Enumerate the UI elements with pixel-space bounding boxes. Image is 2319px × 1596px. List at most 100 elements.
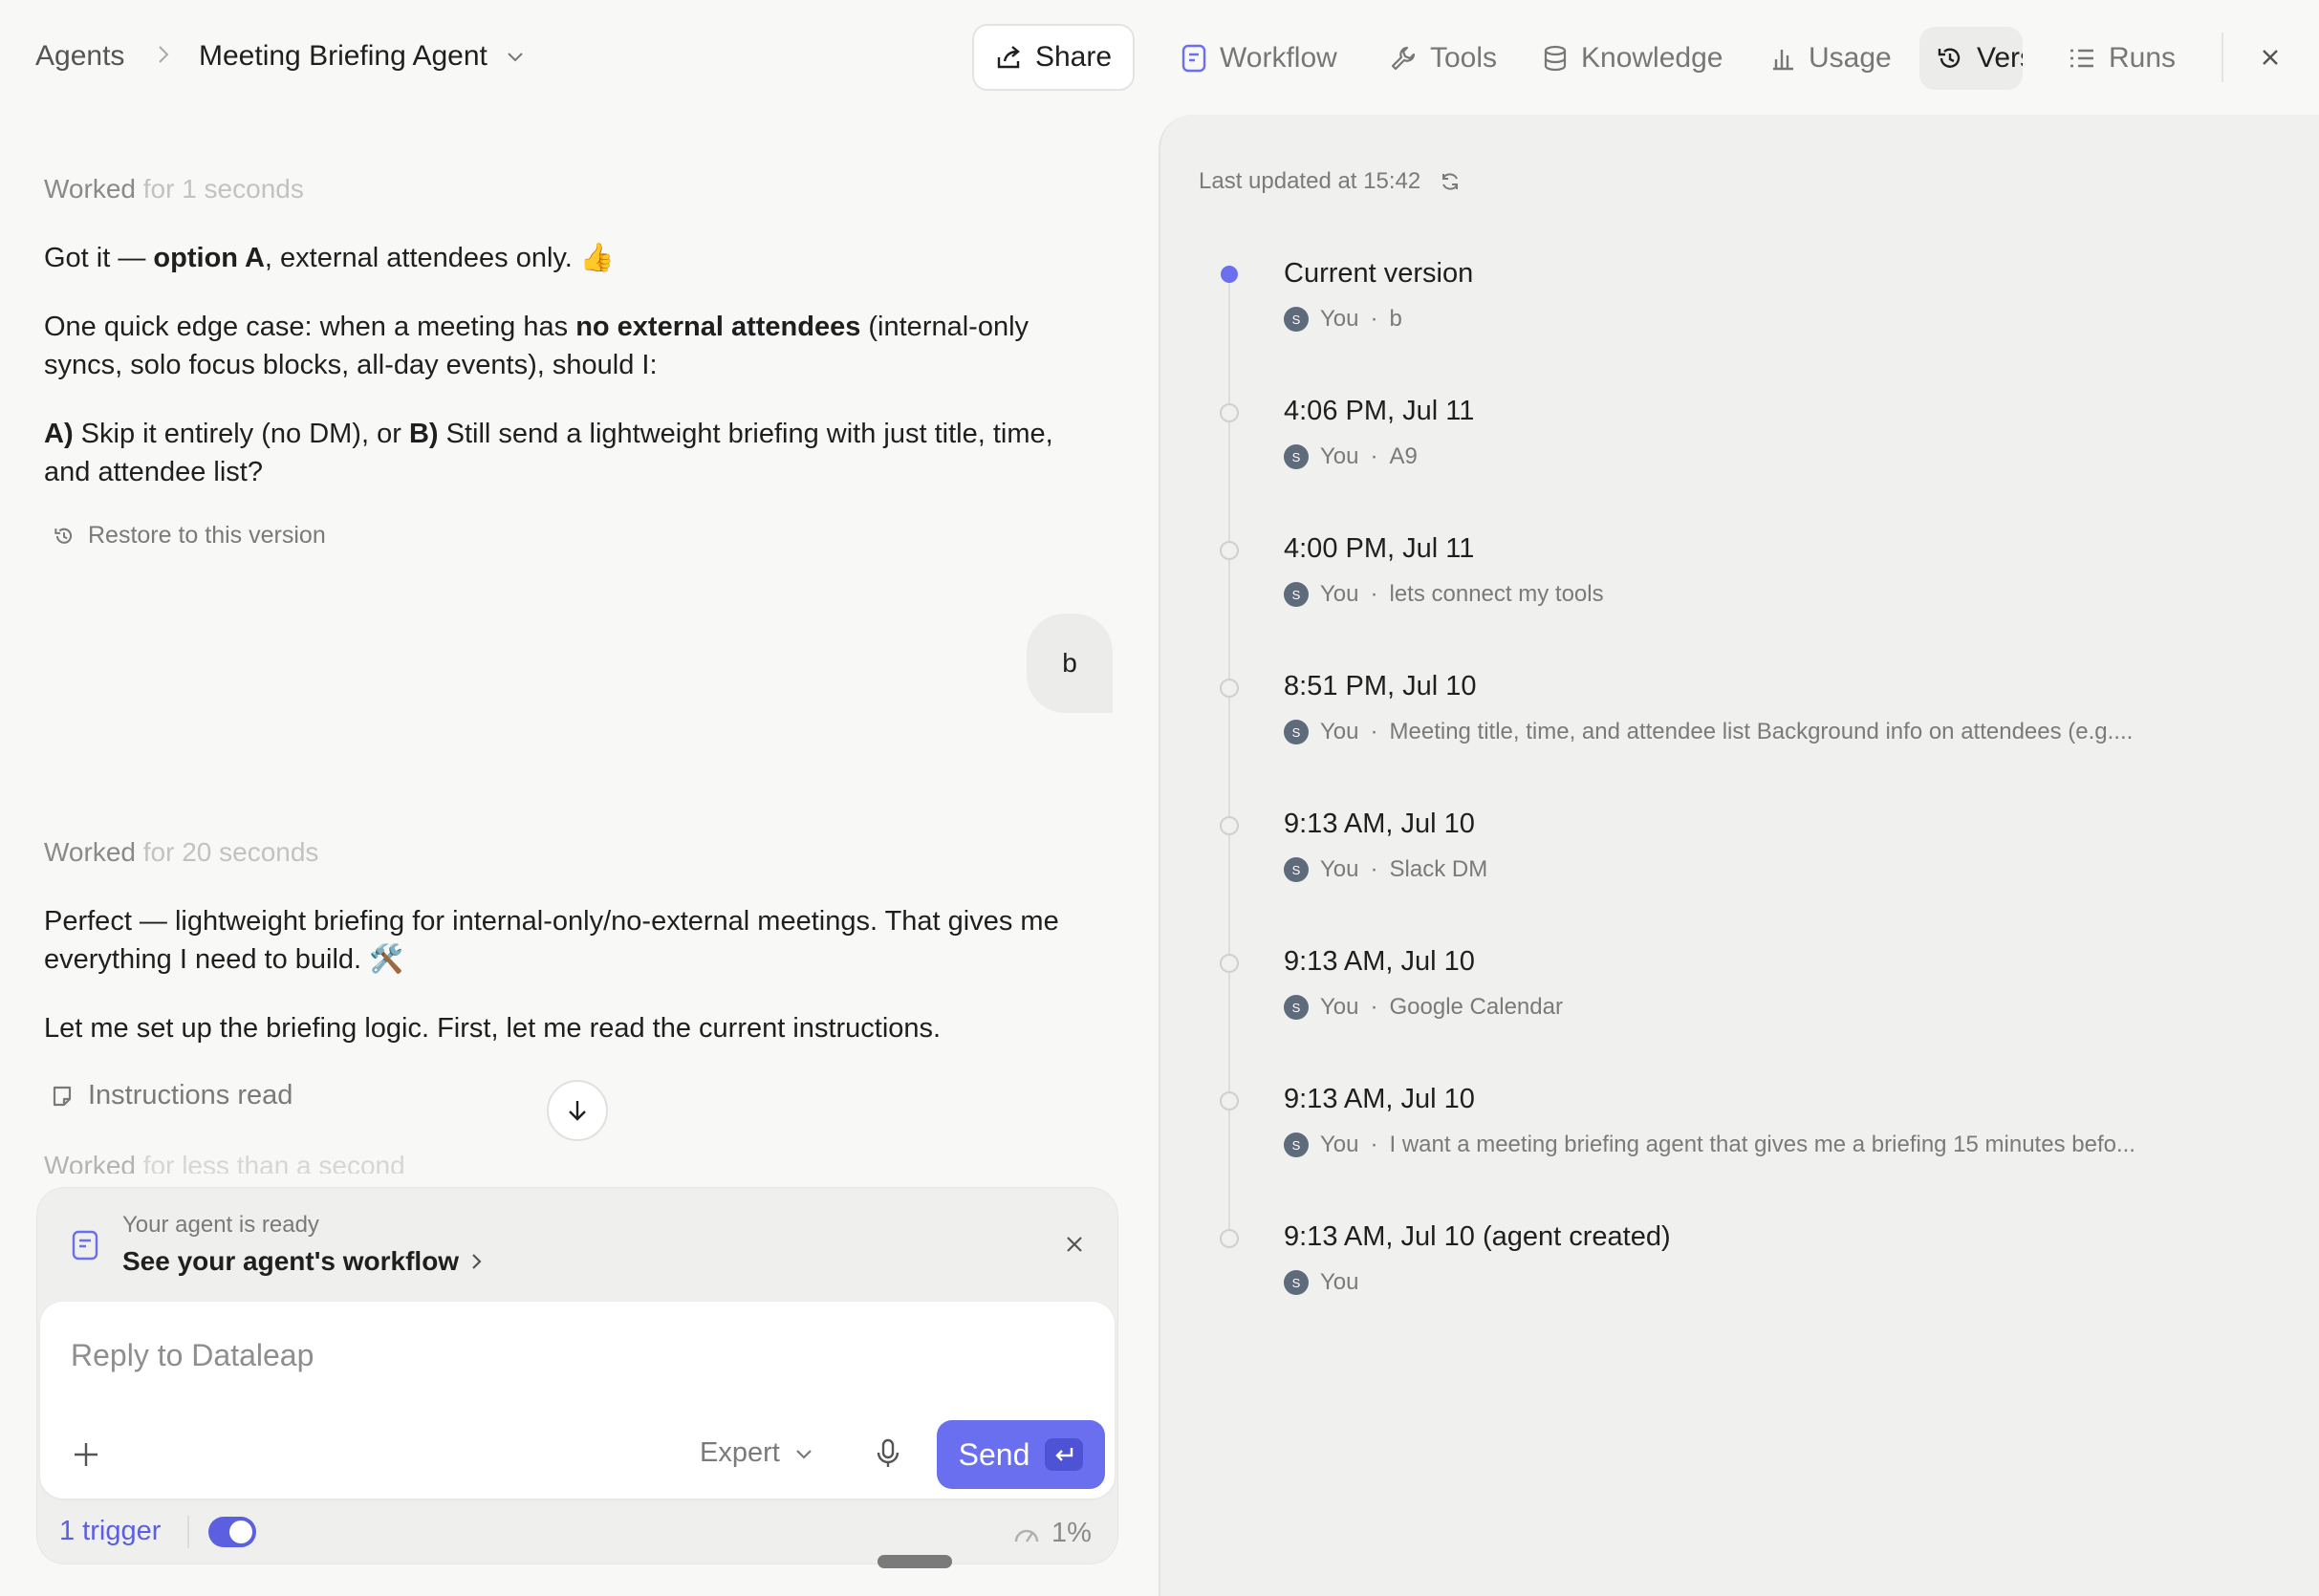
separator-dot: · — [1370, 856, 1378, 882]
separator-dot: · — [1370, 719, 1378, 744]
chevron-right-icon — [159, 46, 169, 63]
version-title[interactable]: 9:13 AM, Jul 10 — [1284, 809, 1475, 840]
version-author: You — [1320, 306, 1359, 332]
breadcrumb-agent-name[interactable]: Meeting Briefing Agent — [199, 40, 488, 73]
version-author: You — [1320, 856, 1359, 882]
avatar: S — [1284, 720, 1309, 744]
workflow-document-icon — [72, 1230, 98, 1261]
version-title[interactable]: 4:06 PM, Jul 11 — [1284, 396, 1474, 427]
tab-runs[interactable]: Runs — [2051, 27, 2193, 90]
version-author: You — [1320, 719, 1359, 744]
assistant-message: One quick edge case: when a meeting has … — [44, 312, 1029, 380]
share-button[interactable]: Share — [972, 24, 1135, 91]
assistant-message: Perfect — lightweight briefing for inter… — [44, 906, 1059, 975]
version-title[interactable]: Current version — [1284, 258, 1473, 290]
scroll-to-bottom-button[interactable] — [547, 1080, 608, 1141]
reply-placeholder: Reply to Dataleap — [71, 1338, 314, 1372]
tab-tools[interactable]: Tools — [1373, 27, 1514, 90]
version-meta: S You · A9 — [1284, 443, 1418, 470]
arrow-down-icon — [569, 1101, 586, 1121]
mode-select[interactable]: Expert — [700, 1437, 814, 1469]
bar-chart-icon — [1773, 50, 1793, 71]
version-author: You — [1320, 994, 1359, 1020]
version-meta: S You · Meeting title, time, and attendee l… — [1284, 719, 2133, 745]
gauge-icon — [1014, 1529, 1039, 1542]
see-workflow-link[interactable]: See your agent's workflow — [122, 1246, 484, 1277]
tab-label: Usage — [1809, 42, 1892, 74]
tab-label: Tools — [1430, 42, 1498, 74]
trigger-toggle[interactable] — [208, 1517, 256, 1547]
version-note: Slack DM — [1389, 856, 1488, 882]
separator-dot: · — [1370, 581, 1378, 607]
usage-indicator: 1% — [1013, 1518, 1092, 1549]
timeline-dot — [1220, 1091, 1239, 1111]
timeline-dot — [1221, 266, 1238, 283]
version-title[interactable]: 9:13 AM, Jul 10 — [1284, 946, 1475, 978]
tab-label: Knowledge — [1581, 42, 1723, 74]
timeline-dot — [1220, 403, 1239, 422]
tab-knowledge[interactable]: Knowledge — [1526, 27, 1740, 90]
instructions-read-step[interactable]: Instructions read — [52, 1080, 293, 1111]
chevron-down-icon[interactable] — [505, 46, 526, 67]
enter-key-icon — [1045, 1438, 1084, 1471]
timeline-dot — [1220, 679, 1239, 698]
close-icon[interactable] — [1063, 1233, 1086, 1256]
restore-label: Restore to this version — [88, 522, 326, 549]
version-author: You — [1320, 1132, 1359, 1157]
version-title[interactable]: 9:13 AM, Jul 10 (agent created) — [1284, 1221, 1671, 1253]
assistant-message: Let me set up the briefing logic. First,… — [44, 1013, 942, 1044]
worked-status: Worked for 1 seconds — [44, 174, 304, 204]
version-note: I want a meeting briefing agent that giv… — [1389, 1132, 2135, 1157]
version-author: You — [1320, 581, 1359, 607]
note-icon — [53, 1086, 72, 1106]
version-note: A9 — [1389, 443, 1418, 469]
user-message-bubble: b — [1027, 614, 1113, 713]
version-note: b — [1389, 306, 1402, 332]
database-icon — [1544, 45, 1567, 72]
timeline-dot — [1220, 816, 1239, 835]
separator-dot: · — [1370, 994, 1378, 1020]
breadcrumb-agents[interactable]: Agents — [35, 40, 124, 73]
timeline-dot — [1220, 541, 1239, 560]
separator-dot: · — [1370, 306, 1378, 332]
share-icon — [997, 46, 1020, 69]
version-author: You — [1320, 1269, 1359, 1295]
tab-versions[interactable]: Vers — [1919, 27, 2023, 90]
separator-dot: · — [1370, 1132, 1378, 1157]
restore-version-button[interactable]: Restore to this version — [54, 522, 326, 550]
user-message-text: b — [1062, 648, 1077, 678]
assistant-message: A) Skip it entirely (no DM), or B) Still… — [44, 419, 1053, 487]
version-meta: S You · lets connect my tools — [1284, 581, 1604, 608]
version-title[interactable]: 9:13 AM, Jul 10 — [1284, 1084, 1475, 1115]
instructions-read-label: Instructions read — [88, 1080, 293, 1111]
trigger-link[interactable]: 1 trigger — [59, 1516, 161, 1547]
resize-handle[interactable] — [878, 1555, 952, 1568]
version-title[interactable]: 8:51 PM, Jul 10 — [1284, 671, 1477, 702]
avatar: S — [1284, 995, 1309, 1020]
list-icon — [2070, 49, 2093, 68]
version-note: lets connect my tools — [1389, 581, 1604, 607]
plus-icon[interactable] — [71, 1439, 101, 1470]
tab-usage[interactable]: Usage — [1753, 27, 1909, 90]
microphone-icon[interactable] — [874, 1437, 902, 1470]
versions-panel — [1159, 115, 2319, 1596]
avatar: S — [1284, 1270, 1309, 1295]
avatar: S — [1284, 582, 1309, 607]
send-button[interactable]: Send — [937, 1420, 1105, 1489]
version-meta: S You — [1284, 1269, 1359, 1296]
history-icon — [1938, 48, 1961, 68]
chevron-down-icon — [796, 1449, 812, 1459]
wrench-icon — [1391, 46, 1416, 71]
worked-status: Worked for less than a second — [44, 1151, 405, 1174]
version-title[interactable]: 4:00 PM, Jul 11 — [1284, 533, 1474, 565]
separator-dot: · — [1370, 443, 1378, 469]
tab-label: Workflow — [1220, 42, 1337, 74]
version-note: Google Calendar — [1389, 994, 1563, 1020]
close-icon[interactable] — [2256, 43, 2285, 72]
tab-workflow[interactable]: Workflow — [1164, 27, 1355, 90]
agent-ready-label: Your agent is ready — [122, 1212, 319, 1238]
version-author: You — [1320, 443, 1359, 469]
tab-label: Vers — [1977, 42, 2023, 74]
refresh-icon[interactable] — [1440, 171, 1461, 192]
tab-label: Runs — [2109, 42, 2177, 74]
